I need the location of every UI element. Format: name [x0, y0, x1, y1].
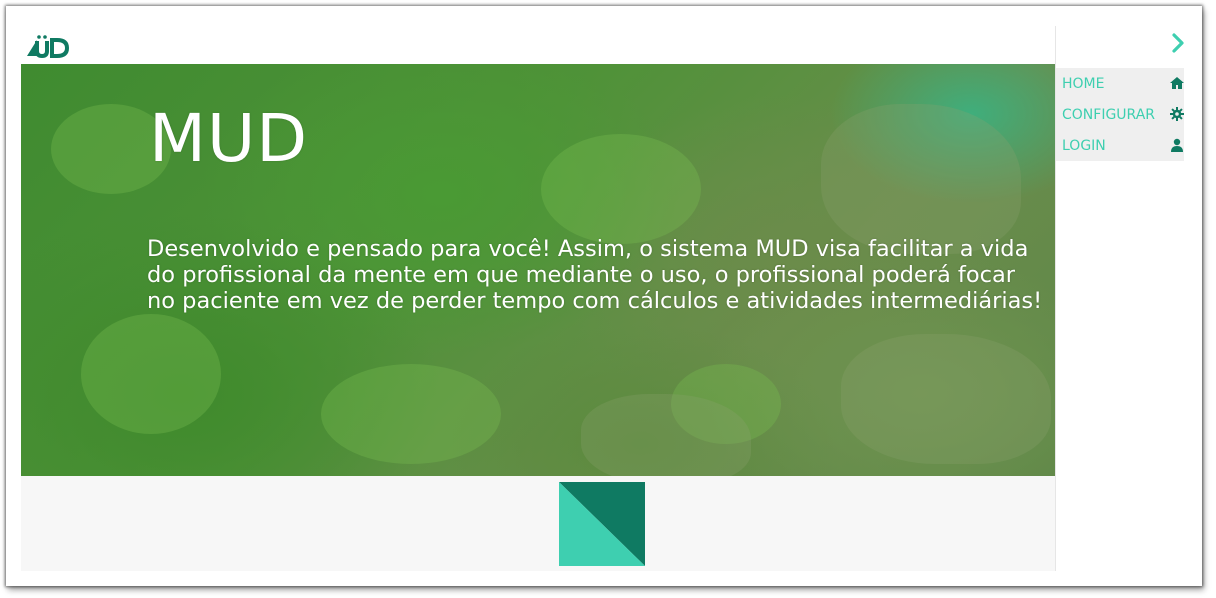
foliage-decoration — [541, 134, 701, 244]
top-bar — [21, 26, 1055, 66]
hero-banner: MUD Desenvolvido e pensado para você! As… — [21, 64, 1055, 476]
foliage-decoration — [81, 314, 221, 434]
footer-section — [21, 476, 1055, 571]
home-icon — [1170, 77, 1184, 89]
chevron-right-icon[interactable] — [1168, 32, 1188, 54]
rock-decoration — [821, 104, 1021, 254]
sidebar-item-label: HOME — [1062, 75, 1105, 92]
hero-description: Desenvolvido e pensado para você! Assim,… — [147, 236, 1043, 314]
sidebar-item-label: LOGIN — [1062, 137, 1106, 154]
rock-decoration — [581, 394, 751, 476]
sidebar-item-label: CONFIGURAR — [1062, 106, 1156, 123]
foliage-decoration — [321, 364, 501, 464]
rock-decoration — [841, 334, 1051, 464]
mud-logo-icon[interactable] — [27, 34, 71, 58]
sidebar: HOME CONFIGURAR LOGIN — [1055, 26, 1194, 571]
sidebar-item-home[interactable]: HOME — [1056, 68, 1184, 99]
user-icon — [1171, 138, 1183, 152]
browser-frame: MUD Desenvolvido e pensado para você! As… — [6, 6, 1202, 586]
m-brand-icon — [559, 482, 645, 566]
sidebar-item-login[interactable]: LOGIN — [1056, 130, 1184, 161]
sidebar-item-configurar[interactable]: CONFIGURAR — [1056, 99, 1184, 130]
gear-icon — [1170, 107, 1184, 121]
sidebar-menu: HOME CONFIGURAR LOGIN — [1056, 68, 1184, 161]
hero-title: MUD — [149, 100, 309, 177]
